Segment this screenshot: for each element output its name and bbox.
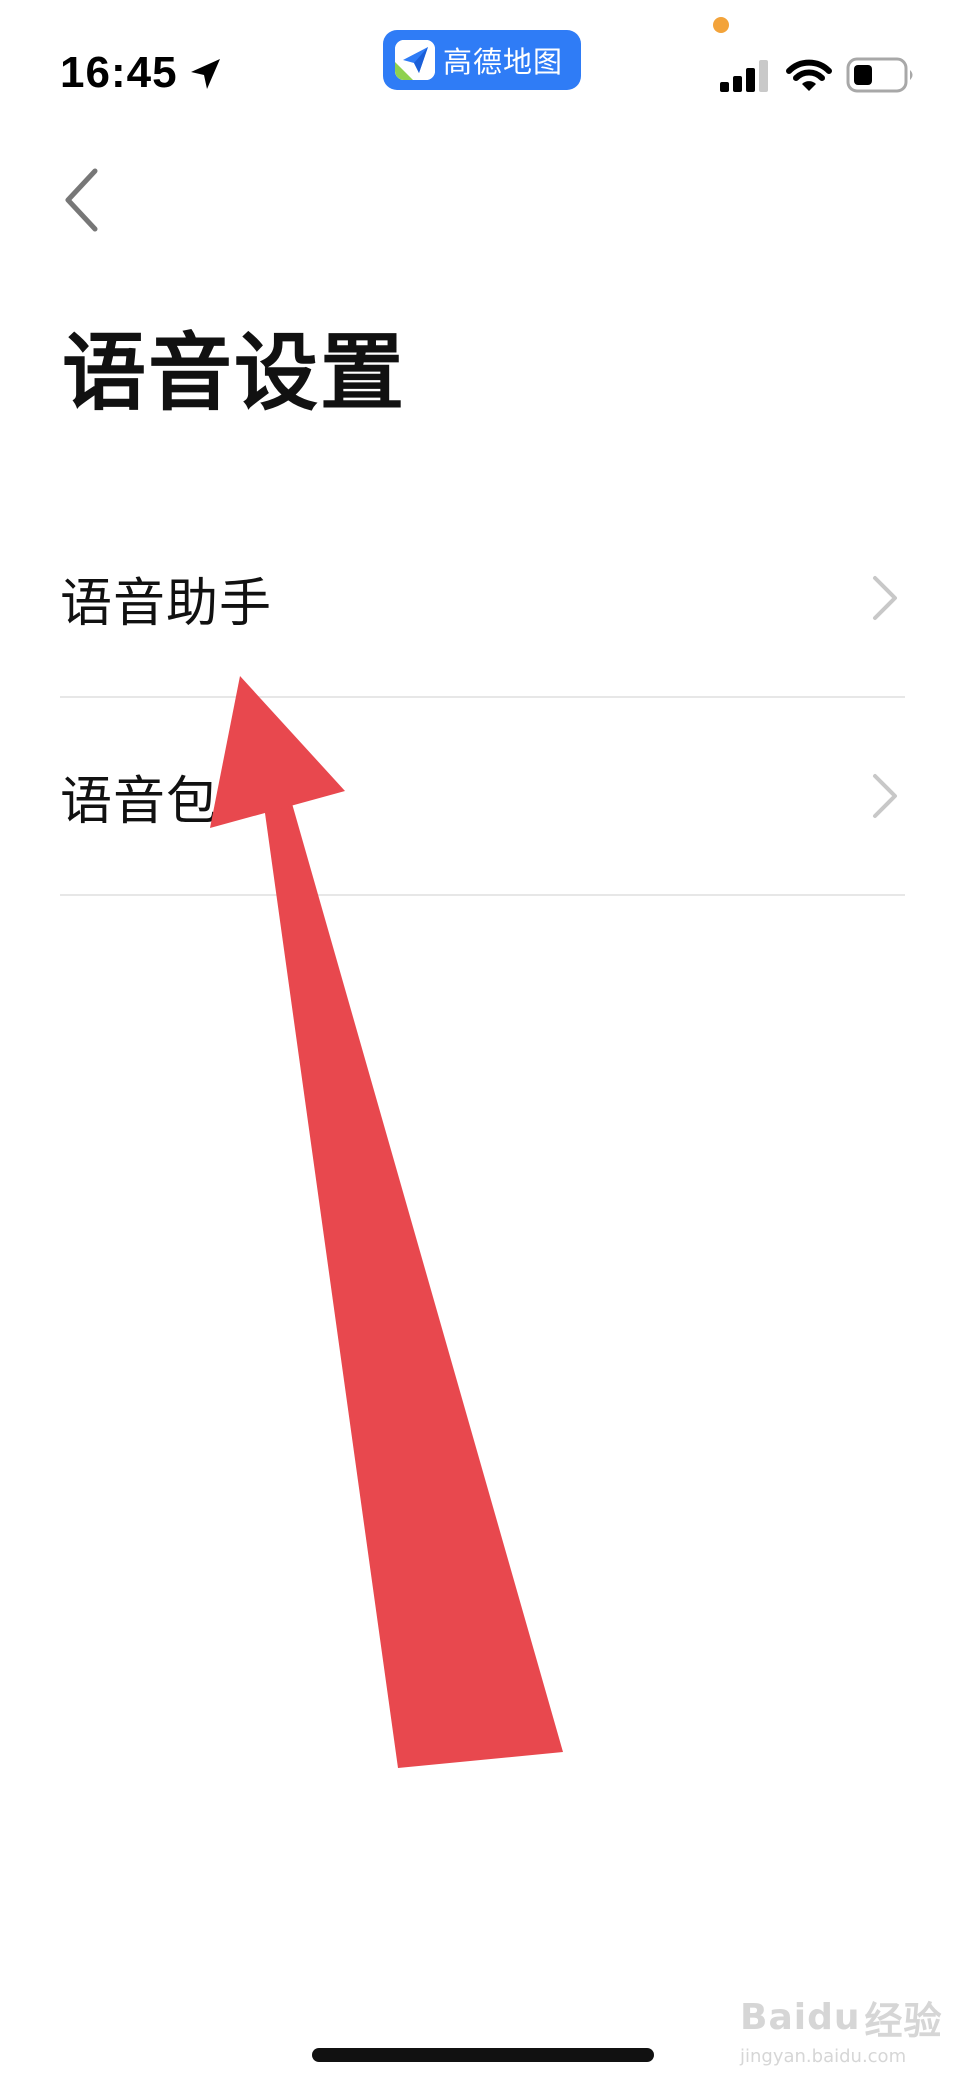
app-return-badge[interactable]: 高德地图 bbox=[383, 30, 581, 90]
privacy-indicator-dot bbox=[713, 17, 729, 33]
baidu-watermark: Bai du 经验 bbox=[740, 1990, 943, 2045]
status-time: 16:45 bbox=[60, 48, 178, 97]
list-item-label: 语音助手 bbox=[60, 573, 273, 634]
location-arrow-icon bbox=[191, 59, 220, 89]
battery-icon bbox=[846, 57, 913, 93]
wifi-icon bbox=[786, 59, 832, 91]
chevron-left-icon bbox=[65, 168, 98, 232]
list-item-voice-assistant[interactable]: 语音助手 bbox=[60, 500, 905, 698]
settings-list: 语音助手 语音包 bbox=[60, 500, 905, 896]
watermark-url: jingyan.baidu.com bbox=[740, 2046, 907, 2067]
chevron-right-icon bbox=[873, 576, 897, 620]
page-title: 语音设置 bbox=[62, 324, 407, 422]
watermark-brand-cn: 经验 bbox=[864, 1999, 943, 2043]
back-button[interactable] bbox=[62, 160, 122, 240]
cellular-signal-icon bbox=[720, 60, 768, 92]
list-item-label: 语音包 bbox=[60, 771, 220, 832]
annotation-arrow-shaft bbox=[264, 800, 563, 1768]
annotation-arrow bbox=[210, 676, 563, 1768]
home-indicator[interactable] bbox=[312, 2048, 654, 2062]
amap-logo-icon bbox=[395, 40, 435, 80]
watermark-brand-suffix: du bbox=[807, 1997, 861, 2038]
watermark-brand: Bai bbox=[740, 1997, 808, 2038]
chevron-right-icon bbox=[873, 774, 897, 818]
list-item-voice-pack[interactable]: 语音包 bbox=[60, 698, 905, 896]
app-badge-label: 高德地图 bbox=[443, 45, 564, 79]
